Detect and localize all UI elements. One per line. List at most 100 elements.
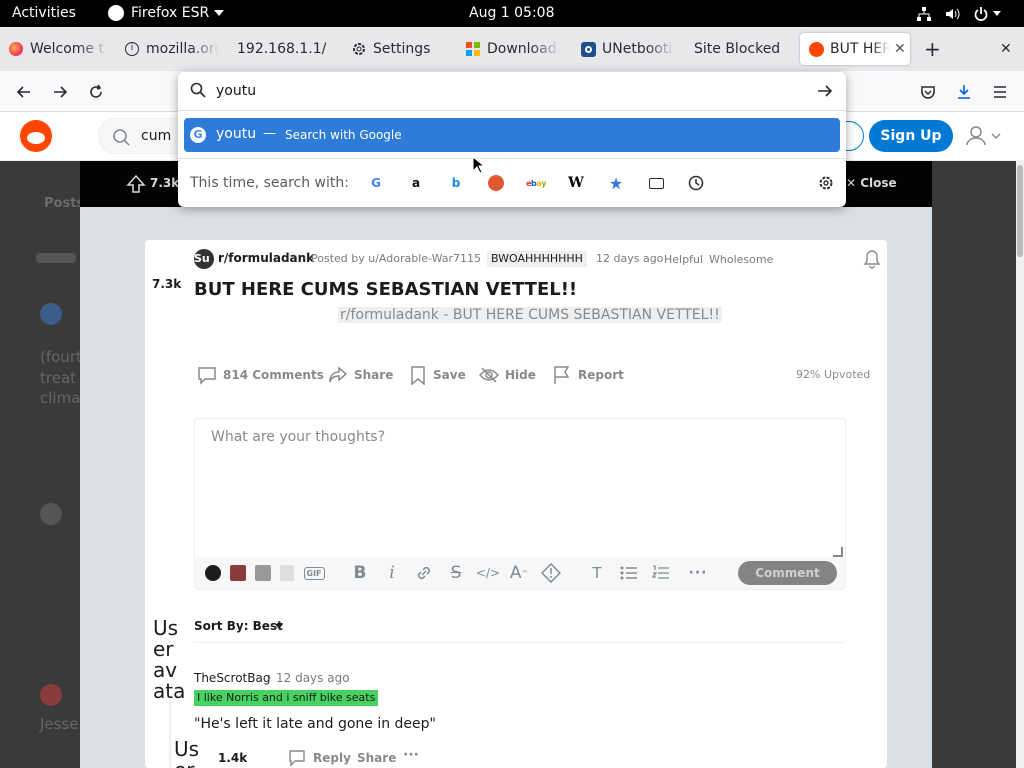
share-label: Share [354, 368, 394, 382]
subreddit-link[interactable]: r/formuladank [218, 251, 314, 265]
menu-icon[interactable] [987, 79, 1013, 105]
tab-mozilla[interactable]: i mozilla.org [124, 33, 219, 65]
back-button[interactable] [11, 79, 37, 105]
amazon-icon[interactable]: a [407, 174, 425, 192]
gif-icon[interactable]: GIF [303, 563, 325, 583]
share-button[interactable]: Share [328, 364, 393, 386]
sort-dropdown[interactable]: Sort By: Best [194, 619, 283, 633]
resize-handle-icon[interactable] [833, 547, 843, 557]
post-author[interactable]: Posted by u/Adorable-War7115 [311, 252, 481, 265]
downloads-icon[interactable] [951, 79, 977, 105]
close-tab-icon[interactable]: ✕ [894, 41, 906, 57]
suggestion-text: youtu [216, 126, 257, 142]
power-icon[interactable] [973, 6, 989, 22]
comment-avatar[interactable]: User avatar [153, 618, 189, 702]
tab-unetbootin[interactable]: UNetbooti [580, 33, 675, 65]
comment-submit-button[interactable]: Comment [738, 561, 837, 585]
duckduckgo-icon[interactable] [487, 174, 505, 192]
page-scrollbar[interactable] [1016, 161, 1024, 768]
volume-icon[interactable] [944, 6, 960, 22]
google-icon[interactable]: G [367, 174, 385, 192]
urlbar-input[interactable]: youtu [216, 83, 256, 99]
background-avatar [40, 303, 62, 325]
post-age: 12 days ago [596, 252, 664, 265]
tab-router[interactable]: 192.168.1.1/ [237, 33, 337, 65]
subreddit-icon[interactable]: Subreddit Icon [194, 249, 214, 369]
search-suggestion-google[interactable]: G youtu — Search with Google [184, 118, 840, 152]
spoiler-icon[interactable] [541, 563, 561, 583]
bold-icon[interactable]: B [350, 563, 370, 583]
award-wholesome[interactable]: Wholesome [709, 253, 773, 266]
divider [178, 158, 846, 159]
bing-icon[interactable]: b [447, 174, 465, 192]
more-options-icon[interactable]: ··· [403, 747, 419, 763]
bookmark-star-icon[interactable]: ★ [607, 174, 625, 193]
more-options-icon[interactable]: ··· [688, 563, 708, 583]
app-menu[interactable]: Firefox ESR [131, 5, 209, 21]
numbered-list-icon[interactable] [651, 563, 671, 583]
chevron-down-icon [993, 11, 1001, 16]
post-title: BUT HERE CUMS SEBASTIAN VETTEL!! [194, 279, 578, 300]
login-button-edge[interactable] [846, 121, 864, 151]
pocket-icon[interactable] [915, 79, 941, 105]
reload-button[interactable] [83, 79, 109, 105]
superscript-icon[interactable]: A ^ [509, 563, 529, 583]
wikipedia-icon[interactable]: W [567, 174, 585, 192]
comments-label: 814 Comments [223, 368, 324, 382]
search-settings-icon[interactable] [817, 174, 835, 192]
comment-share-button[interactable]: Share [357, 751, 396, 765]
new-tab-button[interactable]: + [924, 39, 941, 59]
award-helpful[interactable]: Helpful [664, 253, 703, 266]
tab-reddit-active[interactable]: BUT HER ✕ [800, 33, 910, 65]
nested-comment-avatar[interactable]: User [174, 739, 210, 768]
forward-button[interactable] [47, 79, 73, 105]
comments-button[interactable]: 814 Comments [197, 364, 324, 386]
post-image-alt[interactable]: r/formuladank - BUT HERE CUMS SEBASTIAN … [338, 307, 722, 323]
user-menu-icon[interactable] [966, 126, 1006, 146]
link-icon[interactable] [414, 563, 434, 583]
divider [194, 642, 844, 643]
strikethrough-icon[interactable]: S [446, 563, 466, 583]
sticker-icon[interactable] [277, 563, 297, 583]
bookmark-icon [409, 365, 433, 385]
go-arrow-icon[interactable] [817, 83, 833, 99]
report-button[interactable]: Report [552, 364, 624, 386]
italic-icon[interactable]: i [382, 563, 402, 583]
sticker-icon[interactable] [228, 563, 248, 583]
unetbootin-icon [580, 41, 596, 57]
tab-download[interactable]: Download [465, 33, 560, 65]
tab-label: UNetbooti [602, 41, 673, 57]
reply-button[interactable]: Reply [313, 751, 351, 765]
code-icon[interactable]: </> [476, 563, 500, 583]
scrollbar-thumb[interactable] [1017, 165, 1023, 257]
comment-icon [197, 365, 223, 385]
activities-button[interactable]: Activities [12, 5, 76, 21]
clock[interactable]: Aug 1 05:08 [469, 5, 555, 21]
comment-author[interactable]: TheScrotBag [194, 671, 270, 685]
tab-settings[interactable]: Settings [351, 33, 451, 65]
bullet-list-icon[interactable] [619, 563, 639, 583]
hide-button[interactable]: Hide [479, 364, 536, 386]
history-icon[interactable] [687, 174, 705, 192]
save-button[interactable]: Save [409, 364, 466, 386]
sign-up-button[interactable]: Sign Up [869, 120, 953, 152]
close-modal-button[interactable]: ✕ Close [846, 176, 897, 190]
close-window-icon[interactable]: ✕ [1000, 41, 1012, 57]
tab-label: 192.168.1.1/ [237, 41, 327, 57]
emoji-icon[interactable] [203, 563, 223, 583]
network-icon[interactable] [916, 6, 932, 22]
reddit-logo-icon[interactable] [20, 120, 52, 152]
ebay-icon[interactable]: ebay [526, 174, 546, 192]
upvote-icon[interactable] [126, 174, 146, 194]
tab-site-blocked[interactable]: Site Blocked [694, 33, 794, 65]
sticker-icon[interactable] [253, 563, 273, 583]
reply-icon[interactable] [288, 749, 306, 767]
thread-line[interactable] [169, 702, 171, 768]
background-feed: Posts (fourth treat clima Jesse [0, 161, 91, 768]
heading-icon[interactable]: T [587, 563, 607, 583]
share-icon [328, 365, 354, 385]
tab-welcome[interactable]: Welcome t [8, 33, 108, 65]
notification-bell-icon[interactable] [862, 249, 882, 269]
upvote-ratio: 92% Upvoted [796, 368, 871, 381]
tabs-icon[interactable] [647, 174, 665, 192]
